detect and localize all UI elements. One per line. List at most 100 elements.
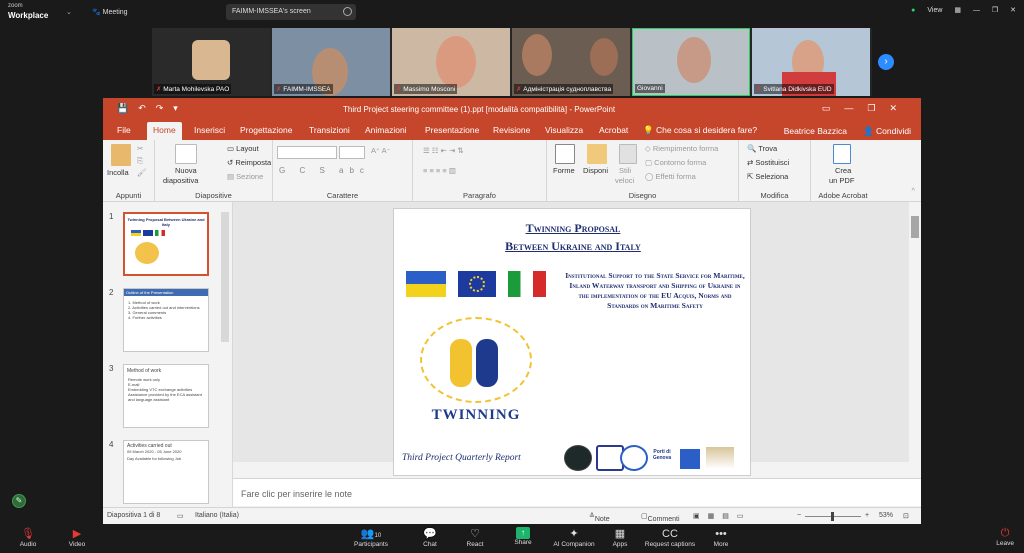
group-modifica: 🔍 Trova ⇄ Sostituisci ⇱ Seleziona Modifi… <box>739 140 811 202</box>
avatar <box>677 37 711 83</box>
sparkle-icon: ✦ <box>569 528 579 540</box>
tab-presentazione[interactable]: Presentazione <box>425 125 479 135</box>
participant-tile[interactable]: ✗ FAIMM-IMSSEA <box>272 28 390 96</box>
shape-outline-button[interactable]: ▢ Contorno forma <box>645 158 706 167</box>
participants-button[interactable]: 👥10 Participants <box>346 527 396 548</box>
participant-tile[interactable]: ✗ Svitlana Didkivska EUD <box>752 28 870 96</box>
captions-button[interactable]: CC Request captions <box>638 527 702 548</box>
tab-visualizza[interactable]: Visualizza <box>545 125 583 135</box>
align-buttons[interactable]: ≡ ≡ ≡ ≡ ▥ <box>423 166 456 175</box>
cut-icon[interactable]: ✂ <box>137 144 143 153</box>
thumbnails-scrollbar[interactable] <box>221 212 229 342</box>
create-pdf-button[interactable]: Crea <box>835 166 851 175</box>
pencil-icon[interactable]: ✎ <box>12 494 26 508</box>
shape-effects-button[interactable]: ◯ Effetti forma <box>645 172 696 181</box>
comments-button[interactable]: ▢ Commenti <box>641 512 680 523</box>
tab-progettazione[interactable]: Progettazione <box>240 125 292 135</box>
react-button[interactable]: ♡ React <box>450 527 500 548</box>
zoom-level[interactable]: 53% <box>879 512 893 519</box>
participant-tile[interactable]: ✗ Адміністрація судноплавства <box>512 28 630 96</box>
tab-inserisci[interactable]: Inserisci <box>194 125 225 135</box>
current-slide[interactable]: Twinning Proposal Between Ukraine and It… <box>393 208 751 476</box>
ribbon: Incolla ✂ ⎘ 🖌 Appunti Nuova diapositiva … <box>103 140 921 202</box>
language-indicator[interactable]: Italiano (Italia) <box>195 512 239 519</box>
new-slide-button[interactable]: Nuova <box>175 166 197 175</box>
chat-button[interactable]: 💬 Chat <box>405 527 455 548</box>
copy-icon[interactable]: ⎘ <box>137 156 143 166</box>
share-button[interactable]: 👤 Condividi <box>863 126 911 137</box>
tab-revisione[interactable]: Revisione <box>493 125 530 135</box>
maximize-icon[interactable]: ❐ <box>992 7 998 14</box>
participant-tile[interactable]: ✗ Marta Mohilevska PAO <box>152 28 270 96</box>
zoom-logo: zoom Workplace <box>8 3 49 20</box>
more-icon: ••• <box>715 528 727 540</box>
arrange-icon <box>587 144 607 164</box>
tab-home[interactable]: Home <box>147 122 182 140</box>
find-button[interactable]: 🔍 Trova <box>747 144 777 153</box>
list-buttons[interactable]: ☰ ☷ ⇤ ⇥ ⇅ <box>423 146 464 155</box>
fit-to-window-icon[interactable]: ⊡ <box>903 512 909 520</box>
view-button[interactable]: View <box>927 7 942 14</box>
notes-pane[interactable]: Fare clic per inserire le note <box>233 478 921 506</box>
replace-button[interactable]: ⇄ Sostituisci <box>747 158 789 167</box>
more-button[interactable]: ••• More <box>696 527 746 548</box>
group-adobe: Crea un PDF Adobe Acrobat <box>811 140 875 202</box>
participant-tile[interactable]: ✗ Massimo Mosconi <box>392 28 510 96</box>
close-icon[interactable]: ✕ <box>1010 7 1016 14</box>
title-bar: 💾↶↷▾ Third Project steering committee (1… <box>103 98 921 120</box>
share-screen-icon: ↑ <box>516 527 530 539</box>
partner-logo <box>564 445 592 471</box>
screen-share-label[interactable]: FAIMM-IMSSEA's screen <box>226 4 356 20</box>
share-button[interactable]: ↑ Share <box>498 527 548 546</box>
participant-tile-active[interactable]: Giovanni <box>632 28 750 96</box>
minimize-icon[interactable]: — <box>973 7 980 14</box>
section-button[interactable]: ▤ Sezione <box>227 172 263 181</box>
collapse-ribbon-icon[interactable]: ^ <box>911 186 915 195</box>
shapes-button[interactable]: Forme <box>553 166 575 175</box>
vertical-scrollbar[interactable] <box>909 202 921 462</box>
mic-muted-icon: ✗ <box>756 86 762 93</box>
arrange-button[interactable]: Disponi <box>583 166 608 175</box>
zoom-top-bar: zoom Workplace ⌄ 🐾 Meeting FAIMM-IMSSEA'… <box>0 0 1024 24</box>
user-name: Beatrice Bazzica <box>783 126 847 136</box>
group-disegno: Forme Disponi Stili veloci ◇ Riempimento… <box>547 140 739 202</box>
zoom-slider[interactable] <box>805 512 861 521</box>
layout-button[interactable]: ▭ Layout <box>227 144 259 153</box>
tab-animazioni[interactable]: Animazioni <box>365 125 407 135</box>
paste-button[interactable]: Incolla <box>107 168 129 177</box>
zoom-out-button[interactable]: − <box>797 512 801 519</box>
font-format-buttons[interactable]: G C S abc <box>279 166 370 175</box>
window-title: Third Project steering committee (1).ppt… <box>343 105 616 114</box>
zoom-in-button[interactable]: + <box>865 512 869 519</box>
tab-acrobat[interactable]: Acrobat <box>599 125 628 135</box>
notes-button[interactable]: ≙ Note <box>589 512 610 523</box>
font-size-input[interactable] <box>339 146 365 159</box>
grid-icon[interactable]: ▦ <box>954 7 961 14</box>
ukraine-flag <box>406 271 446 297</box>
group-paragrafo: ☰ ☷ ⇤ ⇥ ⇅ ≡ ≡ ≡ ≡ ▥ Paragrafo <box>413 140 547 202</box>
shape-fill-button[interactable]: ◇ Riempimento forma <box>645 144 718 153</box>
format-painter-icon[interactable]: 🖌 <box>137 168 147 177</box>
window-controls[interactable]: ▭—❐✕ <box>822 103 911 114</box>
mic-muted-icon: 🎙 <box>21 528 35 540</box>
more-icon[interactable] <box>343 7 352 16</box>
tab-transizioni[interactable]: Transizioni <box>309 125 350 135</box>
leave-button[interactable]: ⏻ Leave <box>996 527 1014 547</box>
chevron-down-icon[interactable]: ⌄ <box>66 8 72 16</box>
font-size-buttons[interactable]: A⁺ A⁻ <box>371 146 391 155</box>
spellcheck-icon[interactable]: ▭ <box>177 512 184 520</box>
reset-button[interactable]: ↺ Reimposta <box>227 158 271 167</box>
tell-me-search[interactable]: 💡 Che cosa si desidera fare? <box>643 125 757 136</box>
mic-muted-icon: ✗ <box>516 86 522 93</box>
chevron-right-icon[interactable]: › <box>878 54 894 70</box>
video-button[interactable]: ▶ Video <box>52 527 102 548</box>
view-buttons[interactable]: ▣▦▤▭ <box>693 512 751 520</box>
meeting-menu[interactable]: 🐾 Meeting <box>92 8 128 16</box>
tab-file[interactable]: File <box>117 125 131 135</box>
audio-button[interactable]: 🎙 Audio <box>3 527 53 548</box>
select-button[interactable]: ⇱ Seleziona <box>747 172 788 181</box>
quick-access-toolbar[interactable]: 💾↶↷▾ <box>117 103 188 114</box>
font-name-input[interactable] <box>277 146 337 159</box>
ai-companion-button[interactable]: ✦ AI Companion <box>546 527 602 548</box>
video-off-icon: ▶ <box>72 528 82 540</box>
